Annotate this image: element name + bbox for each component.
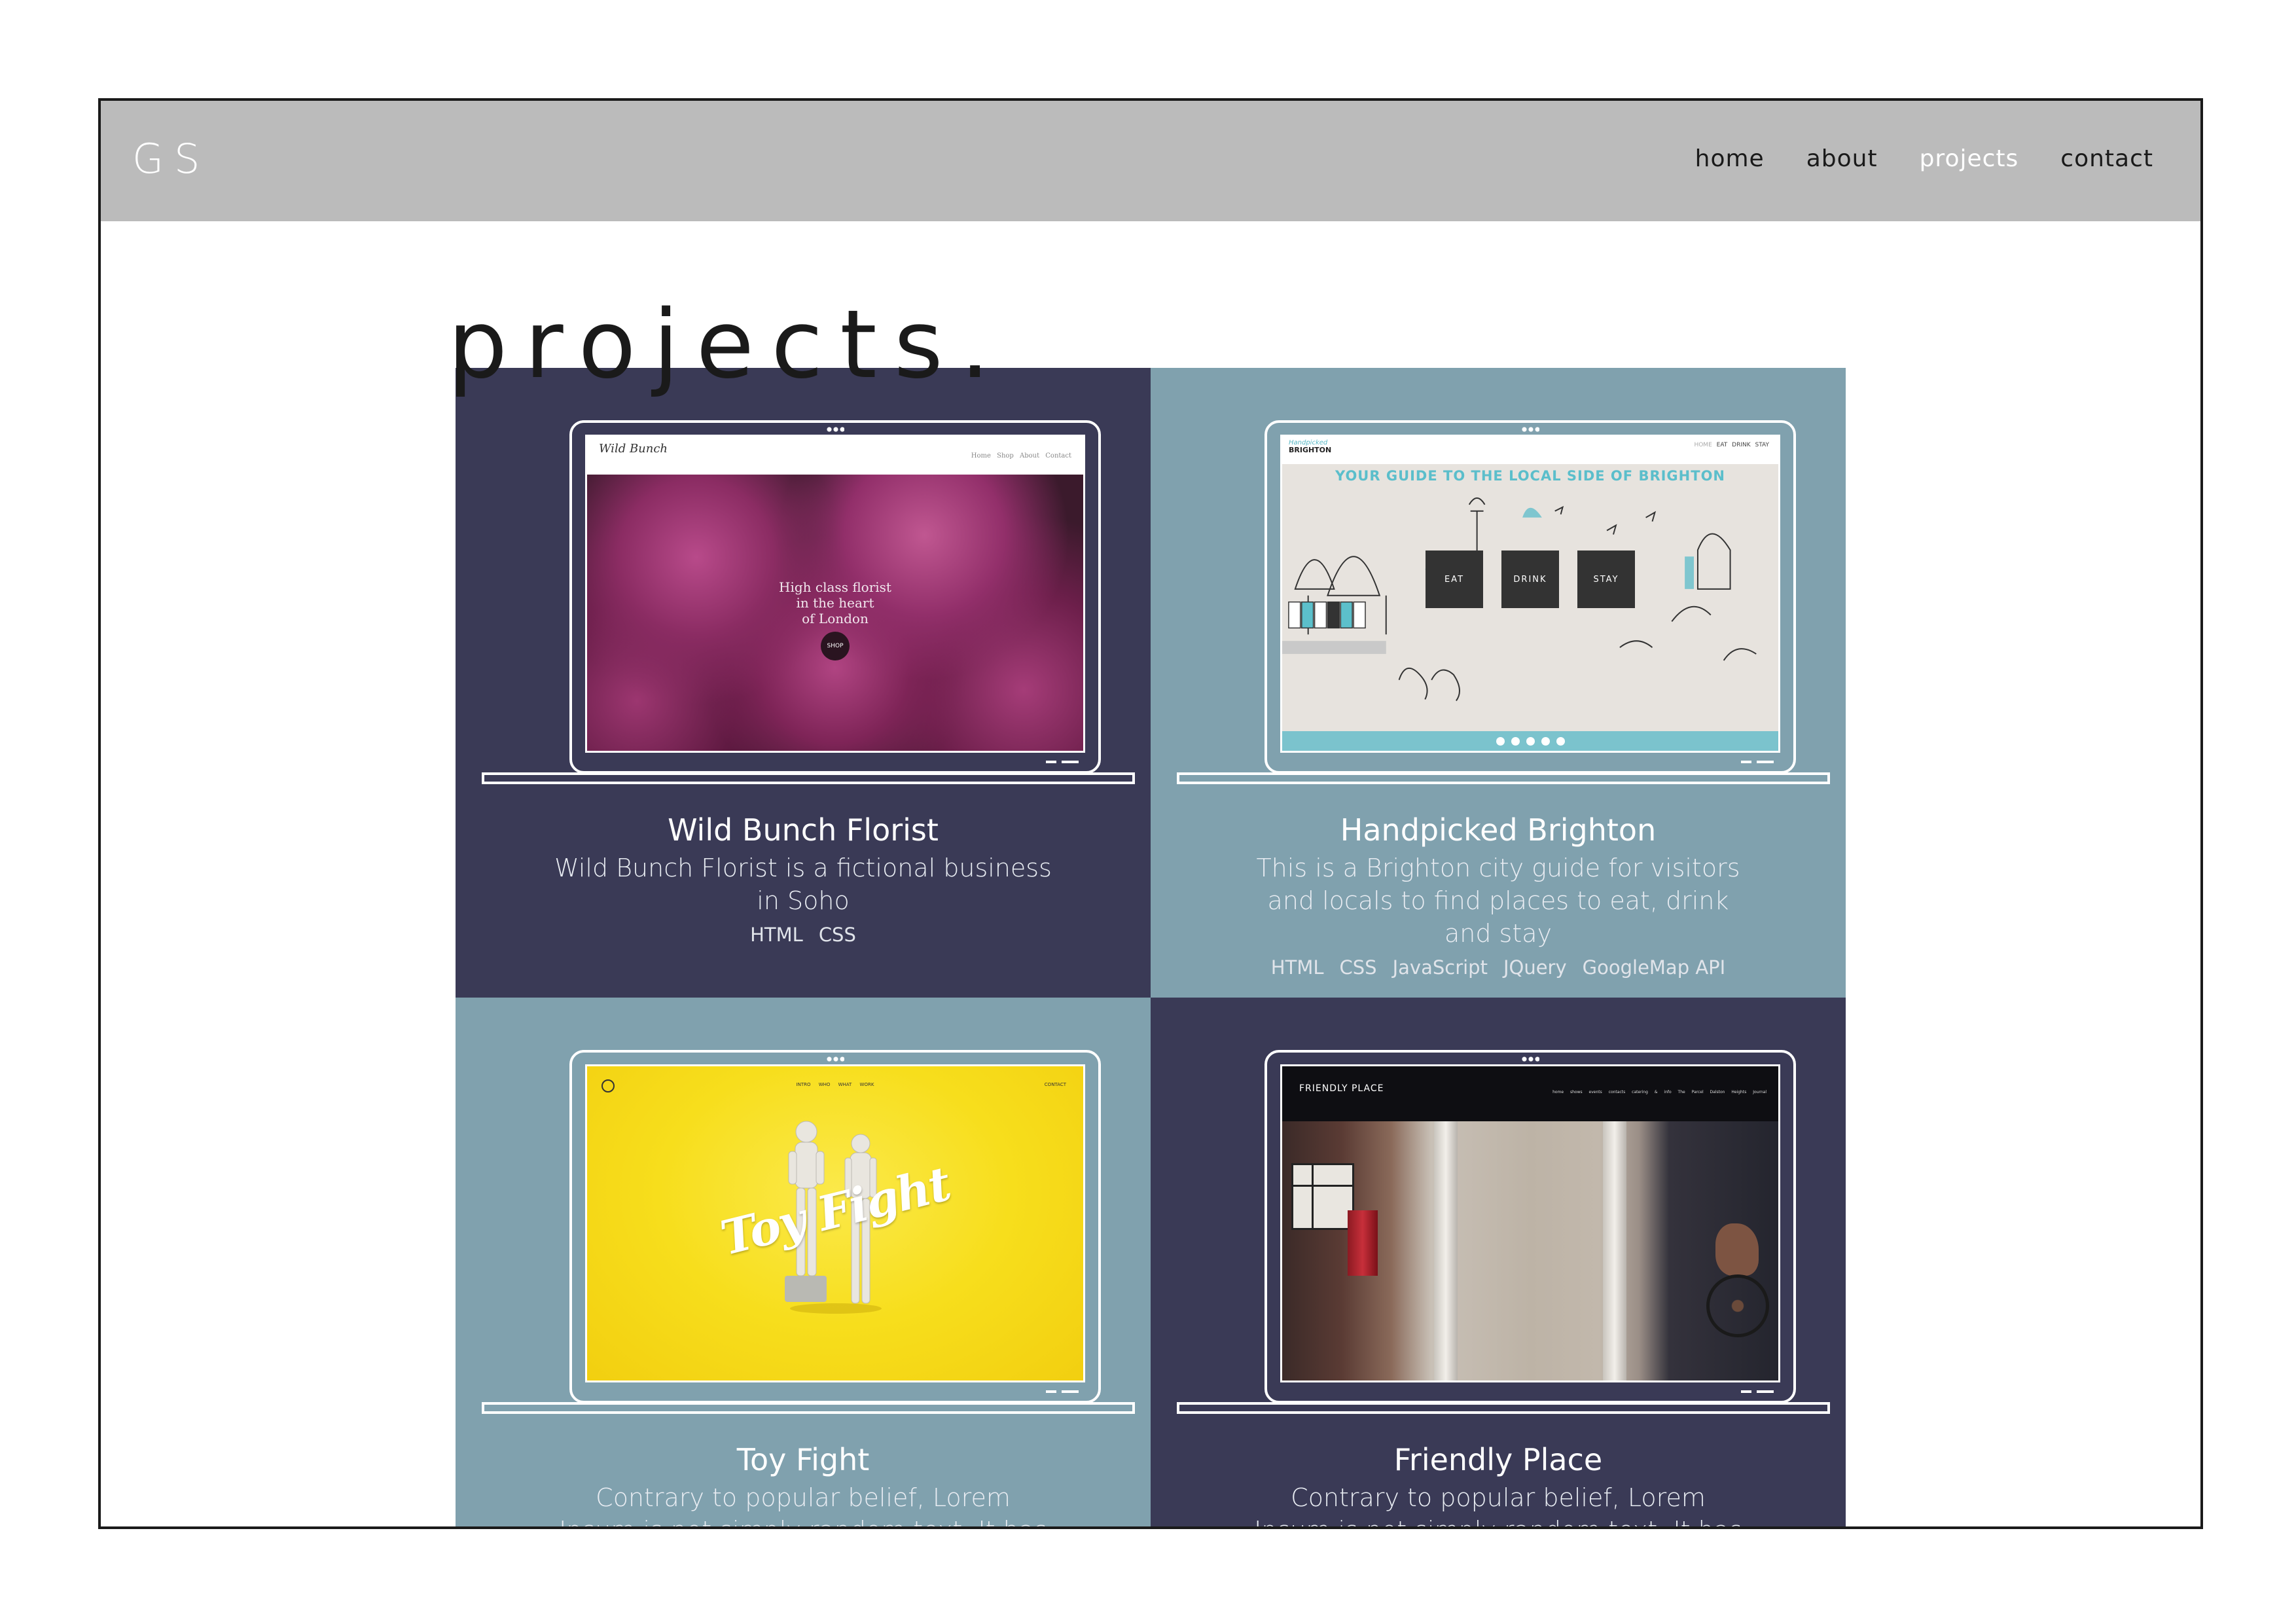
screen-nav: HOME EAT DRINK STAY xyxy=(1694,442,1769,448)
project-tags: HTML CSS JavaScript JQuery GoogleMap API xyxy=(1151,956,1846,979)
site-logo[interactable]: GS xyxy=(132,135,210,183)
projects-grid: Wild Bunch Home Shop About Contact High … xyxy=(456,368,1846,1526)
twitter-icon xyxy=(1511,736,1520,746)
screen-logo: Handpicked BRIGHTON xyxy=(1289,439,1332,454)
main-nav: home about projects contact xyxy=(1653,145,2153,172)
project-screenshot: Handpicked BRIGHTON HOME EAT DRINK STAY … xyxy=(1280,435,1780,753)
screen-logo: Wild Bunch xyxy=(599,442,668,456)
browser-frame: GS home about projects contact projects.… xyxy=(98,98,2203,1529)
laptop-base xyxy=(1177,772,1830,784)
tag: HTML xyxy=(750,924,803,947)
screen-headline: YOUR GUIDE TO THE LOCAL SIDE OF BRIGHTON xyxy=(1335,468,1725,484)
nav-home[interactable]: home xyxy=(1695,145,1765,172)
page-title: projects. xyxy=(448,289,1007,399)
column xyxy=(1434,1121,1458,1380)
laptop-mockup: Handpicked BRIGHTON HOME EAT DRINK STAY … xyxy=(1177,420,1830,787)
eat-box: EAT xyxy=(1426,550,1483,608)
screen-nav: Home Shop About Contact xyxy=(971,452,1071,460)
project-description: Wild Bunch Florist is a fictional busine… xyxy=(554,853,1052,916)
drink-box: DRINK xyxy=(1501,550,1559,608)
laptop-base xyxy=(482,772,1135,784)
screen-nav: home shows events contacts catering & in… xyxy=(1552,1090,1767,1094)
stay-box: STAY xyxy=(1577,550,1635,608)
nav-contact[interactable]: contact xyxy=(2060,145,2153,172)
pinterest-icon xyxy=(1526,736,1535,746)
tag: CSS xyxy=(818,924,856,947)
laptop-mockup: INTRO WHO WHAT WORK CONTACT Toy Fight xyxy=(482,1050,1135,1416)
project-tags: HTML CSS xyxy=(456,924,1151,946)
project-title[interactable]: Handpicked Brighton xyxy=(1151,813,1846,848)
project-description: Contrary to popular belief, Lorem Ipsum … xyxy=(1254,1483,1742,1526)
tag: JavaScript xyxy=(1392,956,1488,979)
tag: HTML xyxy=(1270,956,1324,979)
flowers-image: High class florist in the heart of Londo… xyxy=(587,475,1083,751)
camera-dots xyxy=(826,1056,844,1062)
project-screenshot: FRIENDLY PLACE home shows events contact… xyxy=(1280,1064,1780,1382)
project-title[interactable]: Toy Fight xyxy=(456,1443,1151,1477)
laptop-mockup: Wild Bunch Home Shop About Contact High … xyxy=(482,420,1135,787)
screen-logo: FRIENDLY PLACE xyxy=(1299,1083,1384,1094)
brighton-illustration xyxy=(1282,497,1757,702)
laptop-base xyxy=(482,1402,1135,1414)
tag: JQuery xyxy=(1503,956,1567,979)
screen-tagline: High class florist in the heart of Londo… xyxy=(779,579,891,626)
project-title[interactable]: Wild Bunch Florist xyxy=(456,813,1151,848)
instagram-icon xyxy=(1541,736,1550,746)
facebook-icon xyxy=(1496,736,1505,746)
camera-dots xyxy=(826,427,844,432)
camera-dots xyxy=(1521,1056,1539,1062)
column xyxy=(1603,1121,1626,1380)
window xyxy=(1291,1163,1354,1230)
tag: GoogleMap API xyxy=(1582,956,1726,979)
wheel xyxy=(1706,1274,1769,1337)
laptop-base xyxy=(1177,1402,1830,1414)
room-divider xyxy=(1348,1210,1378,1276)
project-description: This is a Brighton city guide for visito… xyxy=(1256,853,1740,948)
project-card-toy-fight[interactable]: INTRO WHO WHAT WORK CONTACT Toy Fight To… xyxy=(456,998,1151,1526)
laptop-mockup: FRIENDLY PLACE home shows events contact… xyxy=(1177,1050,1830,1416)
category-boxes: EAT DRINK STAY xyxy=(1282,550,1778,608)
project-description: Contrary to popular belief, Lorem Ipsum … xyxy=(559,1483,1047,1526)
nav-about[interactable]: about xyxy=(1806,145,1878,172)
project-card-friendly-place[interactable]: FRIENDLY PLACE home shows events contact… xyxy=(1151,998,1846,1526)
youtube-icon xyxy=(1556,736,1565,746)
site-header: GS home about projects contact xyxy=(101,101,2200,221)
project-screenshot: INTRO WHO WHAT WORK CONTACT Toy Fight xyxy=(585,1064,1085,1382)
project-screenshot: Wild Bunch Home Shop About Contact High … xyxy=(585,435,1085,753)
tag: CSS xyxy=(1339,956,1377,979)
screen-shop-button: SHOP xyxy=(821,632,850,660)
screen-social-bar xyxy=(1282,731,1778,751)
camera-dots xyxy=(1521,427,1539,432)
nav-projects[interactable]: projects xyxy=(1920,145,2019,172)
project-card-wild-bunch[interactable]: Wild Bunch Home Shop About Contact High … xyxy=(456,368,1151,998)
motorbike xyxy=(1715,1223,1759,1276)
project-title[interactable]: Friendly Place xyxy=(1151,1443,1846,1477)
project-card-handpicked-brighton[interactable]: Handpicked BRIGHTON HOME EAT DRINK STAY … xyxy=(1151,368,1846,998)
